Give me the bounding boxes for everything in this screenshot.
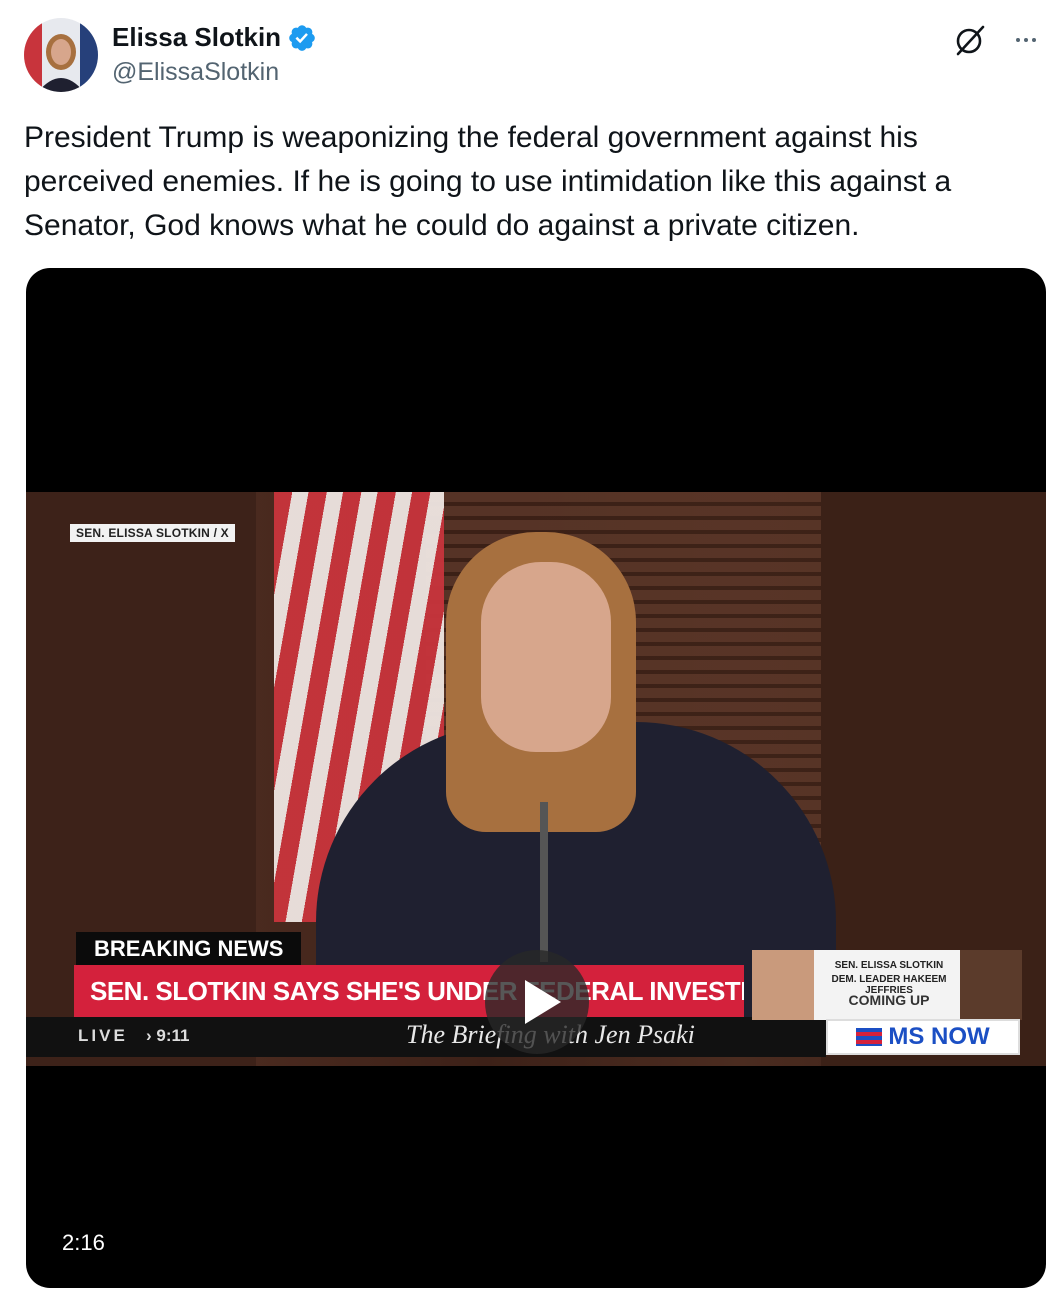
- broadcast-time: › 9:11: [146, 1026, 190, 1045]
- network-logo: MS NOW: [826, 1019, 1020, 1055]
- play-icon[interactable]: [485, 950, 589, 1054]
- guest-photo: [752, 950, 814, 1020]
- more-options-icon[interactable]: [1008, 22, 1044, 58]
- guest-photo: [960, 950, 1022, 1020]
- video-frame: SEN. ELISSA SLOTKIN / X BREAKING NEWS SE…: [26, 492, 1046, 1066]
- avatar[interactable]: [24, 18, 98, 92]
- coming-up-line: SEN. ELISSA SLOTKIN: [834, 960, 944, 971]
- speaker-face: [481, 562, 611, 752]
- source-label: SEN. ELISSA SLOTKIN / X: [70, 524, 235, 542]
- video-player[interactable]: SEN. ELISSA SLOTKIN / X BREAKING NEWS SE…: [26, 268, 1046, 1288]
- microphone: [540, 802, 548, 962]
- breaking-news-tag: BREAKING NEWS: [76, 932, 302, 966]
- network-name: MS NOW: [888, 1023, 990, 1050]
- tweet-header: Elissa Slotkin @ElissaSlotkin: [24, 18, 1044, 96]
- tweet-text: President Trump is weaponizing the feder…: [24, 121, 952, 242]
- display-name[interactable]: Elissa Slotkin: [112, 22, 281, 53]
- verified-badge-icon: [287, 23, 317, 53]
- live-label: LIVE: [78, 1026, 128, 1045]
- coming-up-label: COMING UP: [848, 992, 930, 1008]
- video-duration: 2:16: [62, 1230, 105, 1255]
- headline-ticker: SEN. SLOTKIN SAYS SHE'S UNDER FEDERAL IN…: [74, 965, 744, 1017]
- handle[interactable]: @ElissaSlotkin: [112, 58, 279, 87]
- grok-icon[interactable]: [952, 22, 988, 58]
- network-flag-icon: [856, 1028, 883, 1046]
- coming-up-box: SEN. ELISSA SLOTKIN DEM. LEADER HAKEEM J…: [752, 950, 1022, 1020]
